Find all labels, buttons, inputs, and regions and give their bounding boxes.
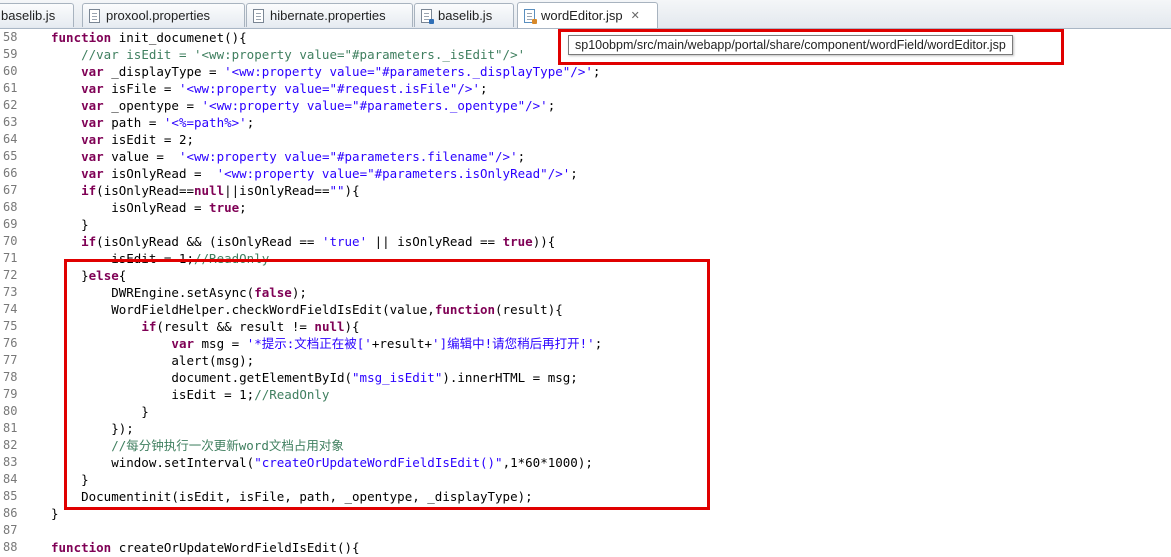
tab-label: proxool.properties [106, 8, 211, 23]
line-code: var _displayType = '<ww:property value="… [81, 64, 601, 79]
line-number: 66 [3, 166, 18, 180]
line-number: 85 [3, 489, 18, 503]
js-file-icon [421, 8, 434, 24]
line-number: 68 [3, 200, 18, 214]
line-number: 77 [3, 353, 18, 367]
line-number: 83 [3, 455, 18, 469]
line-code: var isFile = '<ww:property value="#reque… [81, 81, 488, 96]
properties-file-icon [89, 8, 100, 23]
line-number: 64 [3, 132, 18, 146]
line-number: 61 [3, 81, 18, 95]
line-number: 76 [3, 336, 18, 350]
line-code: isOnlyRead = true; [51, 200, 247, 215]
line-code: var value = '<ww:property value="#parame… [81, 149, 526, 164]
tab-hibernate-properties[interactable]: hibernate.properties [246, 3, 413, 27]
tab-wordeditor-jsp[interactable]: wordEditor.jsp ✕ [517, 2, 658, 28]
line-number: 62 [3, 98, 18, 112]
jsp-file-icon [524, 8, 537, 24]
line-number: 81 [3, 421, 18, 435]
tab-label: baselib.js [438, 8, 493, 23]
line-number: 82 [3, 438, 18, 452]
line-code: var isOnlyRead = '<ww:property value="#p… [81, 166, 578, 181]
tooltip-highlight-box [558, 29, 1064, 65]
line-code: } [51, 217, 89, 232]
line-number: 84 [3, 472, 18, 486]
line-code: var _opentype = '<ww:property value="#pa… [81, 98, 556, 113]
line-number: 58 [3, 30, 18, 44]
line-code: function init_documenet(){ [51, 30, 247, 45]
line-number: 75 [3, 319, 18, 333]
line-number: 86 [3, 506, 18, 520]
tab-baselib-js[interactable]: baselib.js [0, 3, 74, 27]
tab-label: hibernate.properties [270, 8, 386, 23]
line-code: if(isOnlyRead && (isOnlyRead == 'true' |… [81, 234, 556, 249]
close-icon[interactable]: ✕ [631, 9, 640, 22]
line-number: 67 [3, 183, 18, 197]
line-code: var isEdit = 2; [81, 132, 194, 147]
line-number: 63 [3, 115, 18, 129]
properties-file-icon [253, 8, 264, 23]
tab-proxool-properties[interactable]: proxool.properties [82, 3, 245, 27]
line-code: } [51, 506, 59, 521]
line-code: //var isEdit = '<ww:property value="#par… [81, 47, 526, 62]
line-number: 80 [3, 404, 18, 418]
line-number: 71 [3, 251, 18, 265]
line-number: 78 [3, 370, 18, 384]
line-number: 87 [3, 523, 18, 537]
tab-label: wordEditor.jsp [541, 8, 623, 23]
line-code: if(isOnlyRead==null||isOnlyRead==""){ [81, 183, 360, 198]
tab-baselib-js-2[interactable]: baselib.js [414, 3, 514, 27]
line-number: 59 [3, 47, 18, 61]
editor-tab-bar: baselib.js proxool.properties hibernate.… [0, 0, 1171, 29]
line-number: 65 [3, 149, 18, 163]
line-number: 88 [3, 540, 18, 554]
line-number: 79 [3, 387, 18, 401]
line-number: 69 [3, 217, 18, 231]
line-number: 74 [3, 302, 18, 316]
line-code: function createOrUpdateWordFieldIsEdit()… [51, 540, 360, 555]
line-number: 70 [3, 234, 18, 248]
code-block-highlight-box [64, 259, 710, 510]
line-number: 72 [3, 268, 18, 282]
line-code: var path = '<%=path%>'; [81, 115, 255, 130]
tab-label: baselib.js [1, 8, 56, 23]
line-number: 73 [3, 285, 18, 299]
line-number: 60 [3, 64, 18, 78]
